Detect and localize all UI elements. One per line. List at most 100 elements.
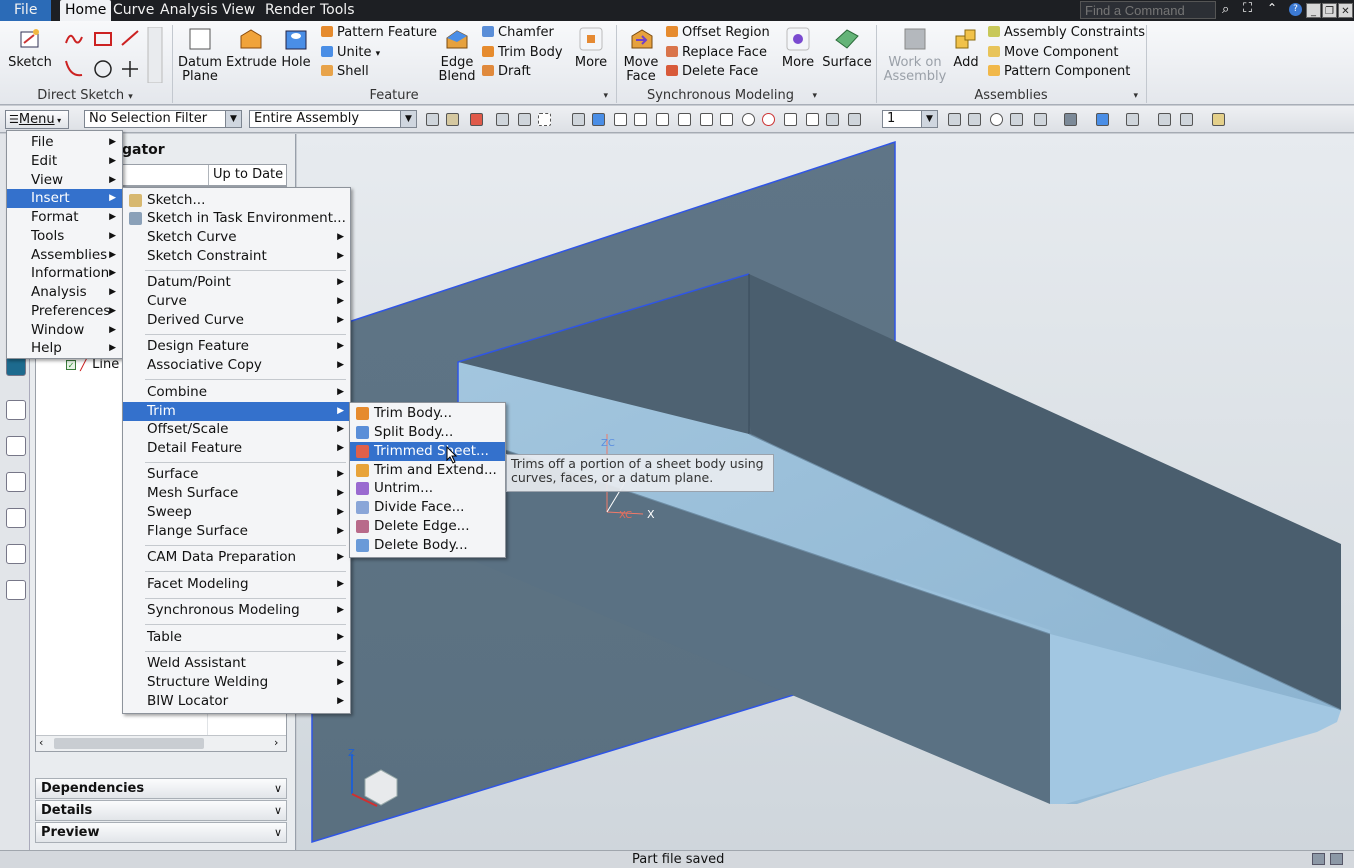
extrude-button[interactable]: Extrude (226, 26, 277, 70)
file-tab[interactable]: File (0, 0, 52, 21)
curve-snap-icon[interactable] (700, 113, 713, 126)
lasso-tool-icon[interactable] (496, 113, 509, 126)
zoom-icon[interactable] (968, 113, 981, 126)
more-feature-button[interactable]: More (573, 26, 609, 70)
work-on-assembly-button[interactable]: Work on Assembly (880, 26, 950, 84)
insert-trim[interactable]: Trim ▶ (123, 402, 350, 421)
body-filter-icon[interactable] (592, 113, 605, 126)
insert-sketch-curve[interactable]: Sketch Curve ▶ (123, 228, 350, 247)
scope-select[interactable]: Entire Assembly ▼ (249, 110, 417, 128)
menu-item-format[interactable]: Format ▶ (7, 208, 122, 227)
menu-item-insert[interactable]: Insert ▶ (7, 189, 122, 208)
menu-item-view[interactable]: View ▶ (7, 171, 122, 190)
hole-button[interactable]: Hole (278, 26, 314, 70)
untrim-item[interactable]: Untrim... (350, 479, 505, 498)
preview-panel[interactable]: Preview ∨ (35, 822, 287, 843)
add-component-button[interactable]: Add (950, 26, 982, 70)
insert-table[interactable]: Table ▶ (123, 628, 350, 647)
sketch-curve-tools[interactable] (62, 27, 172, 83)
insert-mesh-surface[interactable]: Mesh Surface ▶ (123, 484, 350, 503)
trim-body-button[interactable]: Trim Body (482, 45, 563, 61)
reuse-library-icon[interactable] (6, 508, 26, 528)
pan-icon[interactable] (1010, 113, 1023, 126)
surface-button[interactable]: Surface (822, 26, 872, 70)
insert-cam-data[interactable]: CAM Data Preparation ▶ (123, 548, 350, 567)
selection-filter-select[interactable]: No Selection Filter ▼ (84, 110, 242, 128)
measure-icon[interactable] (826, 113, 839, 126)
rectangle-select-icon[interactable] (538, 113, 551, 126)
insert-synchronous-modeling[interactable]: Synchronous Modeling ▶ (123, 601, 350, 620)
scroll-left-icon[interactable]: ‹ (39, 736, 43, 749)
scroll-right-icon[interactable]: › (274, 736, 278, 749)
snap-grid-icon[interactable] (634, 113, 647, 126)
assembly-constraints-button[interactable]: Assembly Constraints (988, 25, 1145, 41)
trim-body-item[interactable]: Trim Body... (350, 404, 505, 423)
restore-icon[interactable]: ❐ (1322, 3, 1337, 18)
crosshair-snap-icon[interactable] (784, 113, 797, 126)
line-snap-icon[interactable] (656, 113, 669, 126)
insert-derived-curve[interactable]: Derived Curve ▶ (123, 311, 350, 330)
camera-icon[interactable] (1158, 113, 1171, 126)
menu-button[interactable]: ☰Menu ▾ (5, 110, 69, 129)
layer-select[interactable]: 1 ▼ (882, 110, 938, 128)
orient-view-icon[interactable] (1034, 113, 1047, 126)
toolbar-options-icon[interactable] (1212, 113, 1225, 126)
insert-detail-feature[interactable]: Detail Feature ▶ (123, 439, 350, 458)
more-sync-button[interactable]: More (780, 26, 816, 70)
roles-icon[interactable] (6, 436, 26, 456)
tab-render[interactable]: Render (265, 0, 315, 21)
delete-edge-item[interactable]: Delete Edge... (350, 517, 505, 536)
move-face-button[interactable]: Move Face (620, 26, 662, 84)
insert-sketch-task[interactable]: Sketch in Task Environment... (123, 209, 350, 228)
draft-button[interactable]: Draft (482, 64, 531, 80)
edit-section-icon[interactable] (1126, 113, 1139, 126)
delete-body-item[interactable]: Delete Body... (350, 536, 505, 555)
insert-datum-point[interactable]: Datum/Point ▶ (123, 273, 350, 292)
pattern-feature-button[interactable]: Pattern Feature (321, 25, 437, 41)
arc-snap-icon[interactable] (762, 113, 775, 126)
hd3d-icon[interactable] (6, 580, 26, 600)
up-to-date-column[interactable]: Up to Date (208, 165, 288, 185)
menu-item-file[interactable]: File ▶ (7, 133, 122, 152)
sketch-button[interactable]: Sketch (6, 26, 54, 70)
tree-row-line[interactable]: ✓ ╱ Line (66, 357, 119, 372)
insert-facet-modeling[interactable]: Facet Modeling ▶ (123, 575, 350, 594)
history-icon[interactable] (6, 400, 26, 420)
menu-item-analysis[interactable]: Analysis ▶ (7, 283, 122, 302)
horizontal-scrollbar[interactable]: ‹ › (36, 735, 286, 751)
split-body-item[interactable]: Split Body... (350, 423, 505, 442)
pattern-component-button[interactable]: Pattern Component (988, 64, 1130, 80)
insert-combine[interactable]: Combine ▶ (123, 383, 350, 402)
insert-design-feature[interactable]: Design Feature ▶ (123, 337, 350, 356)
status-icon-2[interactable] (1330, 853, 1343, 865)
tab-home[interactable]: Home (60, 0, 112, 21)
unite-button[interactable]: Unite ▾ (321, 45, 380, 62)
menu-item-preferences[interactable]: Preferences ▶ (7, 302, 122, 321)
insert-surface[interactable]: Surface ▶ (123, 465, 350, 484)
offset-region-button[interactable]: Offset Region (666, 25, 770, 41)
insert-associative-copy[interactable]: Associative Copy ▶ (123, 356, 350, 375)
sync-group-label[interactable]: Synchronous Modeling ▾ (618, 88, 823, 105)
display-icon[interactable] (1180, 113, 1193, 126)
rotate-icon[interactable] (990, 113, 1003, 126)
midpoint-snap-icon[interactable] (678, 113, 691, 126)
search-icon[interactable]: ⌕ (1222, 2, 1229, 17)
insert-sweep[interactable]: Sweep ▶ (123, 503, 350, 522)
replace-face-button[interactable]: Replace Face (666, 45, 767, 61)
divide-face-item[interactable]: Divide Face... (350, 498, 505, 517)
insert-curve[interactable]: Curve ▶ (123, 292, 350, 311)
menu-item-edit[interactable]: Edit ▶ (7, 152, 122, 171)
insert-offset-scale[interactable]: Offset/Scale ▶ (123, 420, 350, 439)
pick-tool-icon[interactable] (470, 113, 483, 126)
palette-icon[interactable] (6, 472, 26, 492)
fullscreen-icon[interactable]: ⛶ (1243, 1, 1252, 16)
checkbox-icon[interactable]: ✓ (66, 360, 76, 370)
trimmed-sheet-item[interactable]: Trimmed Sheet... (350, 442, 505, 461)
chevron-up-icon[interactable]: ⌃ (1267, 1, 1277, 15)
render-style-icon[interactable] (1064, 113, 1077, 126)
fit-view-icon[interactable] (948, 113, 961, 126)
menu-item-tools[interactable]: Tools ▶ (7, 227, 122, 246)
feature-group-label[interactable]: Feature ▾ (174, 88, 614, 105)
chamfer-button[interactable]: Chamfer (482, 25, 554, 41)
tab-curve[interactable]: Curve (113, 0, 154, 21)
